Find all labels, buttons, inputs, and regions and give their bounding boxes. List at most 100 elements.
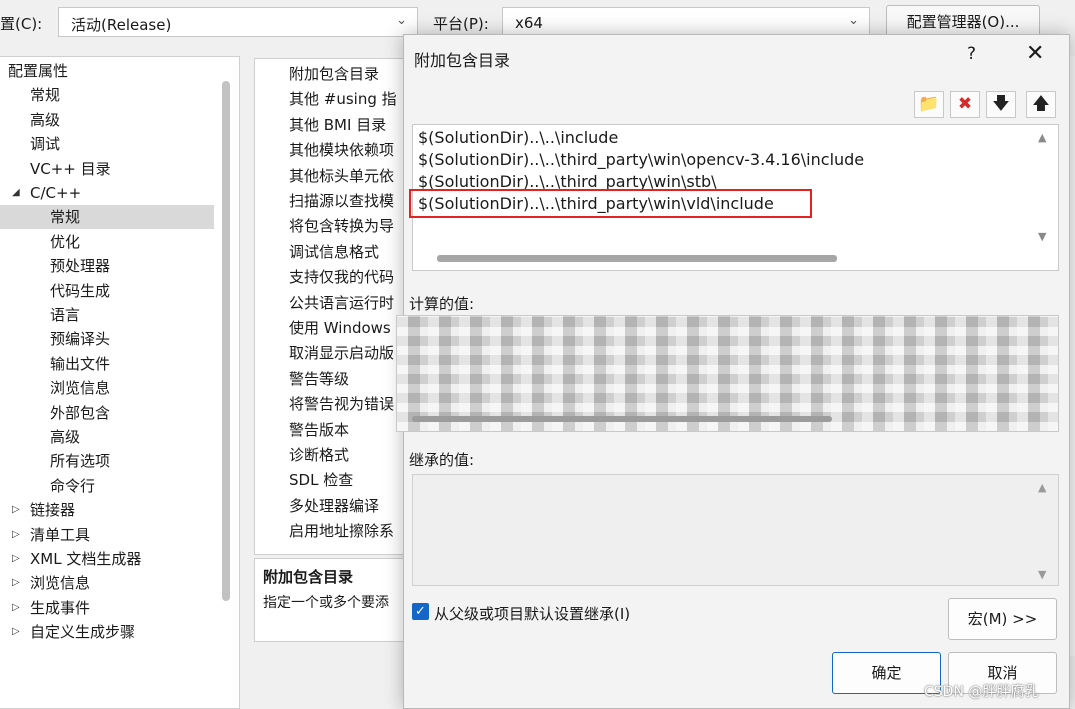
tree-item[interactable]: ▷ XML 文档生成器 <box>12 547 141 571</box>
platform-label: 平台(P): <box>433 15 489 33</box>
property-row[interactable]: 公共语言运行时 <box>289 291 394 315</box>
collapsed-triangle-icon[interactable]: ▷ <box>12 523 20 547</box>
tree-item[interactable]: 浏览信息 <box>50 376 110 400</box>
tree-item-label: VC++ 目录 <box>30 159 111 178</box>
tree-item-label: 配置属性 <box>8 62 69 80</box>
tree-item[interactable]: VC++ 目录 <box>30 157 111 181</box>
property-row[interactable]: 扫描源以查找模 <box>289 189 394 213</box>
tree-item[interactable]: 预编译头 <box>50 327 110 351</box>
tree-scrollbar[interactable] <box>222 81 230 601</box>
tree-item[interactable]: ▷ 自定义生成步骤 <box>12 620 135 644</box>
tree-item[interactable]: ▷ 浏览信息 <box>12 571 91 595</box>
arrow-up-icon: 🡅 <box>1032 94 1050 114</box>
tree-item[interactable]: 常规 <box>0 205 214 230</box>
scroll-up-icon[interactable]: ▲ <box>1038 131 1046 144</box>
configuration-value: 活动(Release) <box>71 16 172 34</box>
inherit-checkbox[interactable]: ✓ <box>412 603 429 620</box>
tree-item[interactable]: 常规 <box>30 83 60 107</box>
expanded-triangle-icon[interactable]: ◢ <box>12 181 20 205</box>
scroll-up-icon[interactable]: ▲ <box>1038 481 1046 494</box>
property-row[interactable]: 其他标头单元依 <box>289 164 394 188</box>
tree-item-label: 预处理器 <box>50 257 111 276</box>
help-button[interactable]: ? <box>967 44 976 64</box>
computed-horizontal-scrollbar[interactable] <box>412 416 832 422</box>
property-row[interactable]: 调试信息格式 <box>289 240 379 264</box>
collapsed-triangle-icon[interactable]: ▷ <box>12 547 20 571</box>
collapsed-triangle-icon[interactable]: ▷ <box>12 596 20 620</box>
tree-item[interactable]: 外部包含 <box>50 401 110 425</box>
property-row[interactable]: 其他 #using 指 <box>289 87 397 111</box>
tree-item-label: 浏览信息 <box>50 379 111 398</box>
tree-item[interactable]: ▷ 生成事件 <box>12 596 91 620</box>
property-row[interactable]: 警告等级 <box>289 367 349 391</box>
scroll-down-icon[interactable]: ▼ <box>1038 568 1046 581</box>
tree-item-label: 高级 <box>50 428 81 446</box>
property-row[interactable]: 支持仅我的代码 <box>289 265 394 289</box>
directory-entry[interactable]: $(SolutionDir)..\..\third_party\win\open… <box>418 150 864 169</box>
arrow-down-icon: 🡇 <box>992 94 1010 114</box>
macros-button[interactable]: 宏(M) >> <box>948 598 1057 640</box>
list-horizontal-scrollbar[interactable] <box>437 255 837 262</box>
property-row[interactable]: SDL 检查 <box>289 468 353 492</box>
tree-item[interactable]: 代码生成 <box>50 279 110 303</box>
property-row[interactable]: 警告版本 <box>289 418 349 442</box>
close-icon[interactable]: ✕ <box>1026 41 1044 66</box>
tree-item[interactable]: ▷ 清单工具 <box>12 523 90 547</box>
collapsed-triangle-icon[interactable]: ▷ <box>12 620 20 644</box>
tree-item-label: 代码生成 <box>50 281 111 300</box>
inherit-checkbox-label: 从父级或项目默认设置继承(I) <box>434 605 631 623</box>
property-row[interactable]: 启用地址擦除系 <box>289 519 394 543</box>
property-row[interactable]: 其他模块依赖项 <box>289 138 394 162</box>
directory-entry[interactable]: $(SolutionDir)..\..\include <box>418 128 618 147</box>
property-row[interactable]: 诊断格式 <box>289 443 349 467</box>
watermark: CSDN @胖胖腐乳 <box>924 684 1039 700</box>
tree-item[interactable]: 配置属性 <box>8 59 68 83</box>
tree-item[interactable]: 命令行 <box>50 474 95 498</box>
move-up-button[interactable]: 🡅 <box>1026 91 1056 118</box>
chevron-down-icon: ⌄ <box>848 13 859 28</box>
tree-item-label: 预编译头 <box>50 330 111 349</box>
inherited-values: ▲ ▼ <box>412 474 1059 586</box>
property-row[interactable]: 取消显示启动版 <box>289 341 394 365</box>
property-grid: 附加包含目录 其他 #using 指其他 BMI 目录 其他模块依赖项 其他标头单元依… <box>254 58 424 555</box>
description-text: 指定一个或多个要添 <box>263 595 389 611</box>
platform-value: x64 <box>515 14 543 32</box>
property-row[interactable]: 将警告视为错误 <box>289 392 394 416</box>
delete-button[interactable]: ✖ <box>950 91 980 118</box>
scroll-down-icon[interactable]: ▼ <box>1038 230 1046 243</box>
inherited-label: 继承的值: <box>409 451 475 469</box>
tree-item-label: 命令行 <box>50 476 96 495</box>
configuration-select[interactable]: 活动(Release) ⌄ <box>58 7 418 37</box>
tree-item[interactable]: 输出文件 <box>50 352 110 376</box>
tree-item[interactable]: 调试 <box>30 132 60 156</box>
tree-item[interactable]: 所有选项 <box>50 449 110 473</box>
tree-item[interactable]: ◢ C/C++ <box>12 181 82 205</box>
tree-item-label: 浏览信息 <box>30 574 91 593</box>
property-row[interactable]: 使用 Windows <box>289 316 391 340</box>
collapsed-triangle-icon[interactable]: ▷ <box>12 498 20 522</box>
tree-item-label: 所有选项 <box>50 452 111 471</box>
property-row[interactable]: 附加包含目录 <box>289 62 379 86</box>
move-down-button[interactable]: 🡇 <box>986 91 1016 118</box>
collapsed-triangle-icon[interactable]: ▷ <box>12 571 20 595</box>
platform-select[interactable]: x64 ⌄ <box>502 7 870 37</box>
tree-item-label: 常规 <box>50 208 81 227</box>
dialog-title: 附加包含目录 <box>414 51 511 70</box>
chevron-down-icon: ⌄ <box>396 13 407 28</box>
property-row[interactable]: 将包含转换为导 <box>289 214 394 238</box>
tree-item[interactable]: 高级 <box>30 108 60 132</box>
tree-item-label: 生成事件 <box>30 598 91 617</box>
tree-item-label: 常规 <box>30 86 61 105</box>
property-row[interactable]: 多处理器编译 <box>289 494 379 518</box>
tree-item[interactable]: 高级 <box>50 425 80 449</box>
tree-item[interactable]: 预处理器 <box>50 254 110 278</box>
tree-item-label: C/C++ <box>30 184 82 202</box>
tree-item[interactable]: ▷ 链接器 <box>12 498 75 522</box>
folder-new-icon: 📁 <box>918 94 940 114</box>
tree-item[interactable]: 语言 <box>50 303 80 327</box>
new-line-button[interactable]: 📁 <box>914 91 944 118</box>
tree-item[interactable]: 优化 <box>50 230 80 254</box>
property-row[interactable]: 其他 BMI 目录 <box>289 113 386 137</box>
computed-label: 计算的值: <box>409 295 475 313</box>
property-tree: 配置属性 常规 高级 调试 VC++ 目录 ◢ C/C++ 常规 优化 预处理器 代码生成 语言 预编译… <box>0 56 240 709</box>
